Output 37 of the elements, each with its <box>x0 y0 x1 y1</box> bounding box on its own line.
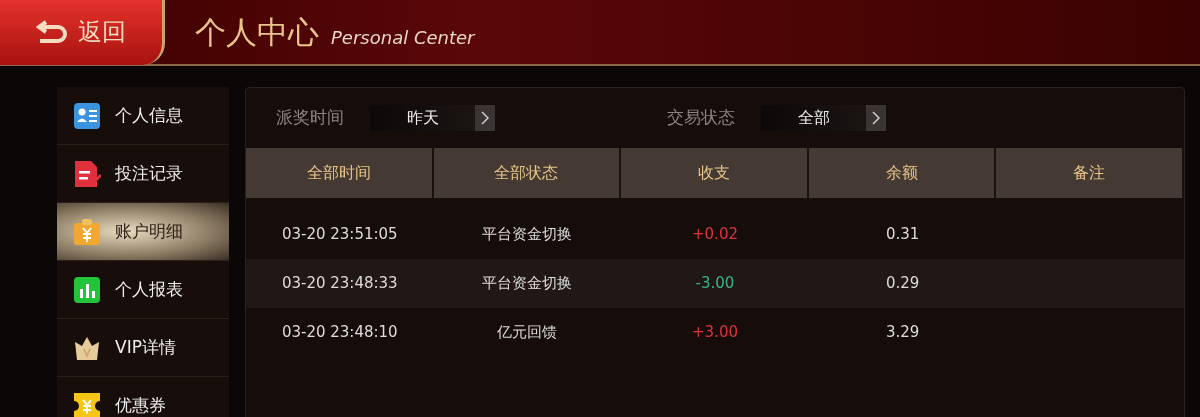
table-cell-text: 平台资金切换 <box>482 224 573 246</box>
table-cell-text: 03-20 23:48:33 <box>281 273 398 295</box>
table-cell-text: 3.29 <box>885 322 920 344</box>
sidebar-item[interactable]: 账户明细 <box>57 203 229 261</box>
table-cell-text: 03-20 23:48:10 <box>281 322 398 344</box>
coupon-icon <box>73 391 101 417</box>
back-button[interactable]: 返回 <box>0 0 165 65</box>
sidebar-item[interactable]: 个人信息 <box>57 87 229 145</box>
filter-label: 交易状态 <box>667 106 735 130</box>
profile-card-icon <box>73 101 101 130</box>
table-cell-text: +3.00 <box>692 322 738 344</box>
sidebar-item[interactable]: VIP详情 <box>57 319 229 377</box>
page-subtitle: Personal Center <box>331 25 475 50</box>
filter-dropdown[interactable]: 全部 <box>761 105 886 131</box>
column-header: 全部时间 <box>246 148 434 198</box>
table-cell-text: 03-20 23:51:05 <box>281 224 398 246</box>
column-header: 备注 <box>996 148 1184 198</box>
chevron-right-icon <box>871 110 881 126</box>
filter-label: 派奖时间 <box>276 106 344 130</box>
wallet-icon <box>73 217 101 246</box>
sidebar-item[interactable]: 优惠券 <box>57 377 229 417</box>
table-cell-text: 0.31 <box>885 224 920 246</box>
page-title: 个人中心 <box>195 12 319 52</box>
bar-chart-icon <box>73 275 101 304</box>
sidebar-item[interactable]: 个人报表 <box>57 261 229 319</box>
chevron-right-icon <box>480 110 490 126</box>
table-cell-text: 亿元回馈 <box>497 322 558 344</box>
filter-dropdown[interactable]: 昨天 <box>370 105 495 131</box>
table-cell-text: 平台资金切换 <box>482 273 573 295</box>
column-header: 收支 <box>621 148 809 198</box>
column-header: 全部状态 <box>433 148 622 198</box>
table-cell-text: +0.02 <box>692 224 738 246</box>
document-pen-icon <box>73 159 101 188</box>
table-cell-text: -3.00 <box>695 273 735 295</box>
back-icon <box>36 20 68 44</box>
column-header: 余额 <box>808 148 997 198</box>
table-cell-text: 0.29 <box>885 273 920 295</box>
